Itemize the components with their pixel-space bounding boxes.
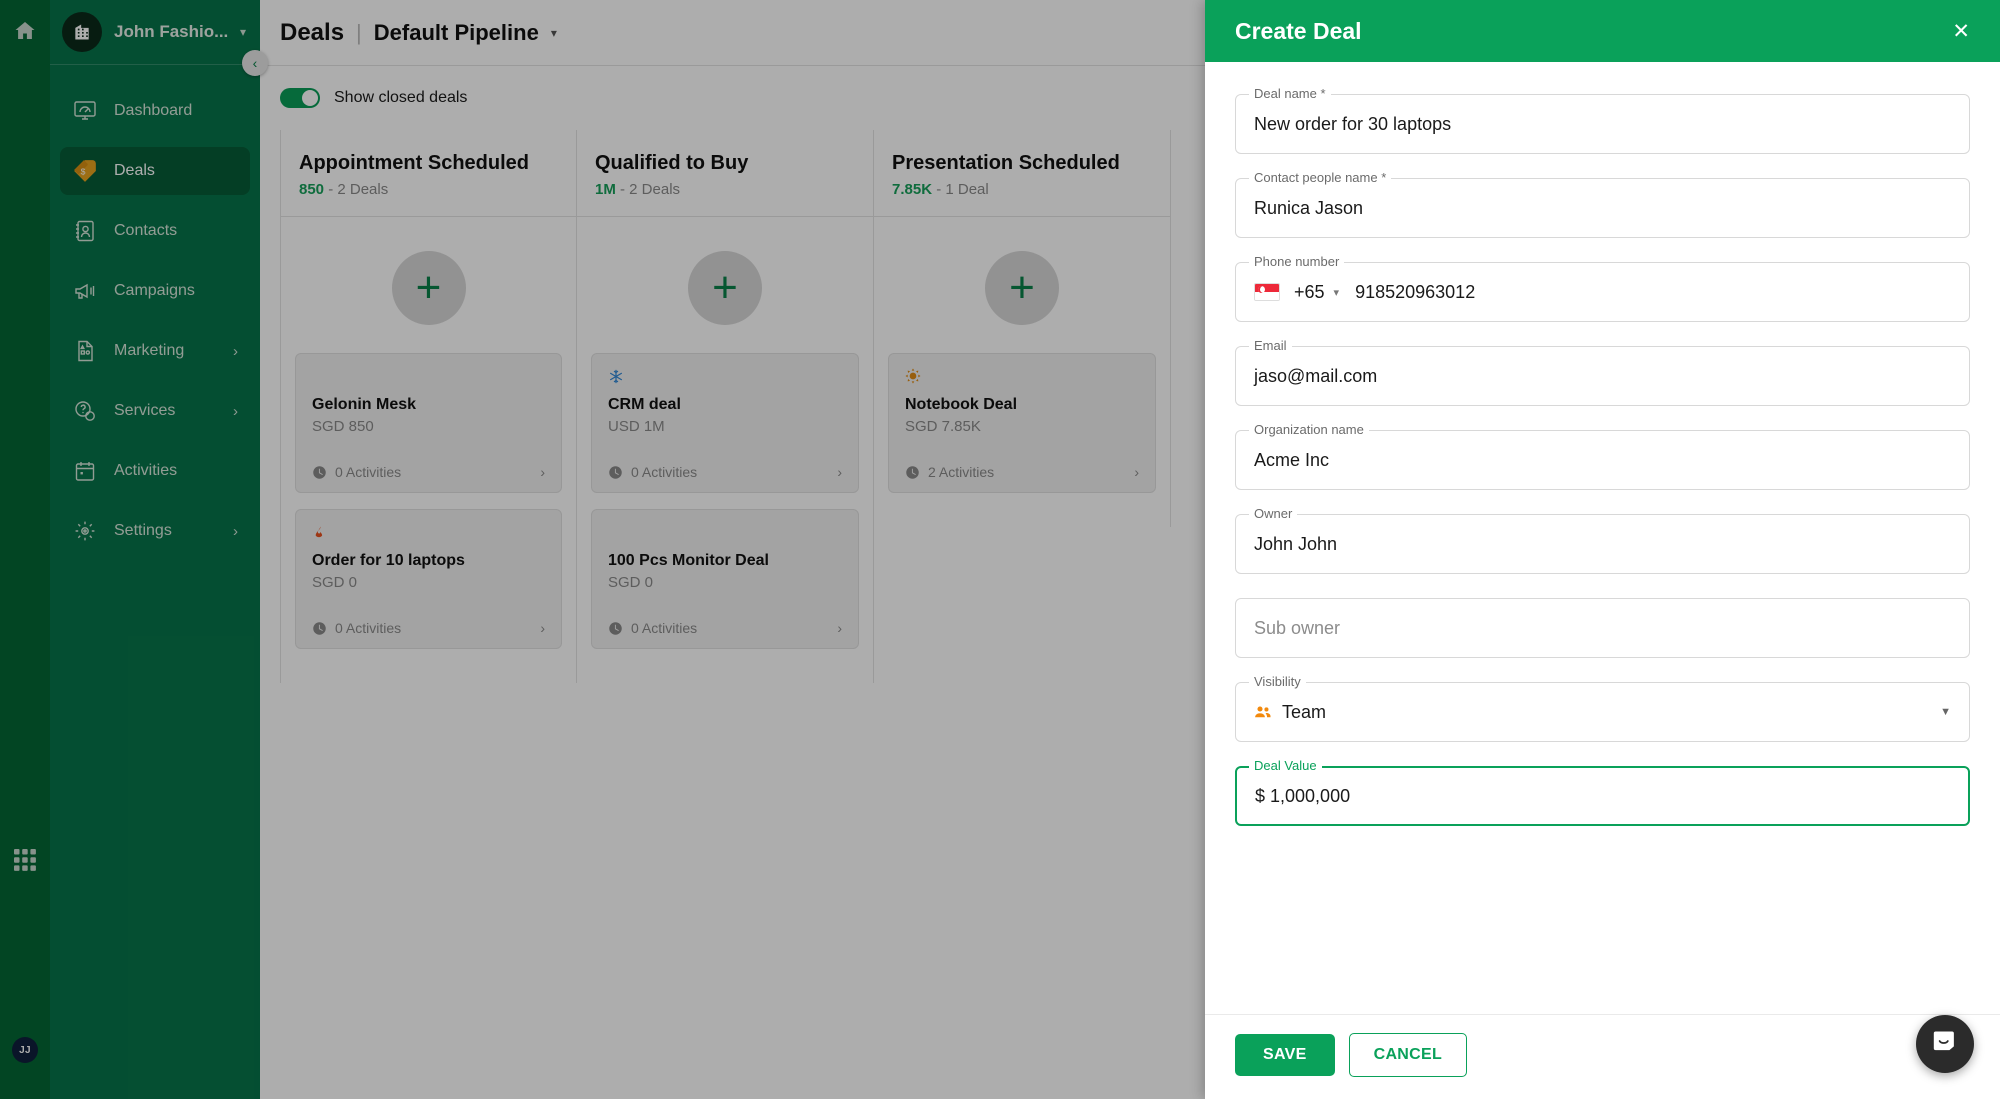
deal-value-label: Deal Value bbox=[1249, 758, 1322, 773]
email-label: Email bbox=[1249, 338, 1292, 353]
phone-field[interactable]: Phone number +65 ▾ 918520963012 bbox=[1235, 254, 1970, 322]
organization-value: Acme Inc bbox=[1254, 449, 1330, 470]
people-icon bbox=[1254, 705, 1272, 719]
modal-body: Deal name * New order for 30 laptops Con… bbox=[1205, 62, 2000, 1014]
close-icon[interactable]: ✕ bbox=[1952, 21, 1970, 42]
sub-owner-field[interactable]: Sub owner bbox=[1235, 598, 1970, 658]
create-deal-modal: Create Deal ✕ Deal name * New order for … bbox=[1205, 0, 2000, 1099]
email-value: jaso@mail.com bbox=[1254, 365, 1378, 386]
save-button[interactable]: SAVE bbox=[1235, 1034, 1335, 1076]
visibility-value: Team bbox=[1282, 701, 1327, 722]
owner-field[interactable]: Owner John John bbox=[1235, 506, 1970, 574]
owner-input[interactable]: John John bbox=[1235, 514, 1970, 574]
deal-value-value: $ 1,000,000 bbox=[1255, 785, 1351, 806]
owner-label: Owner bbox=[1249, 506, 1298, 521]
deal-value-field[interactable]: Deal Value $ 1,000,000 bbox=[1235, 758, 1970, 826]
contact-name-input[interactable]: Runica Jason bbox=[1235, 178, 1970, 238]
cancel-button[interactable]: CANCEL bbox=[1348, 1033, 1468, 1077]
organization-label: Organization name bbox=[1249, 422, 1369, 437]
contact-name-label: Contact people name * bbox=[1249, 170, 1392, 185]
organization-input[interactable]: Acme Inc bbox=[1235, 430, 1970, 490]
email-input[interactable]: jaso@mail.com bbox=[1235, 346, 1970, 406]
owner-value: John John bbox=[1254, 533, 1338, 554]
visibility-select[interactable]: Team ▼ bbox=[1235, 682, 1970, 742]
contact-name-value: Runica Jason bbox=[1254, 197, 1364, 218]
chat-launcher-button[interactable] bbox=[1916, 1015, 1974, 1073]
phone-input[interactable]: +65 ▾ 918520963012 bbox=[1235, 262, 1970, 322]
caret-down-icon[interactable]: ▾ bbox=[1334, 286, 1340, 299]
singapore-flag-icon bbox=[1254, 283, 1280, 301]
caret-down-icon[interactable]: ▼ bbox=[1940, 706, 1951, 718]
visibility-label: Visibility bbox=[1249, 674, 1306, 689]
phone-number-value: 918520963012 bbox=[1355, 281, 1476, 302]
chat-smile-icon bbox=[1931, 1028, 1959, 1061]
sub-owner-placeholder: Sub owner bbox=[1254, 617, 1341, 638]
modal-title: Create Deal bbox=[1235, 17, 1362, 44]
email-field[interactable]: Email jaso@mail.com bbox=[1235, 338, 1970, 406]
country-code[interactable]: +65 bbox=[1294, 282, 1325, 303]
modal-footer: SAVE CANCEL bbox=[1205, 1014, 2000, 1099]
sub-owner-input[interactable]: Sub owner bbox=[1235, 598, 1970, 658]
app-root: JJ John Fashio... ▾ Dashboard $ Deals Co… bbox=[0, 0, 2000, 1099]
deal-name-label: Deal name * bbox=[1249, 86, 1331, 101]
deal-name-value: New order for 30 laptops bbox=[1254, 113, 1452, 134]
deal-name-input[interactable]: New order for 30 laptops bbox=[1235, 94, 1970, 154]
deal-name-field[interactable]: Deal name * New order for 30 laptops bbox=[1235, 86, 1970, 154]
modal-header: Create Deal ✕ bbox=[1205, 0, 2000, 62]
deal-value-input[interactable]: $ 1,000,000 bbox=[1235, 766, 1970, 826]
phone-label: Phone number bbox=[1249, 254, 1345, 269]
organization-field[interactable]: Organization name Acme Inc bbox=[1235, 422, 1970, 490]
visibility-field[interactable]: Visibility Team ▼ bbox=[1235, 674, 1970, 742]
contact-name-field[interactable]: Contact people name * Runica Jason bbox=[1235, 170, 1970, 238]
